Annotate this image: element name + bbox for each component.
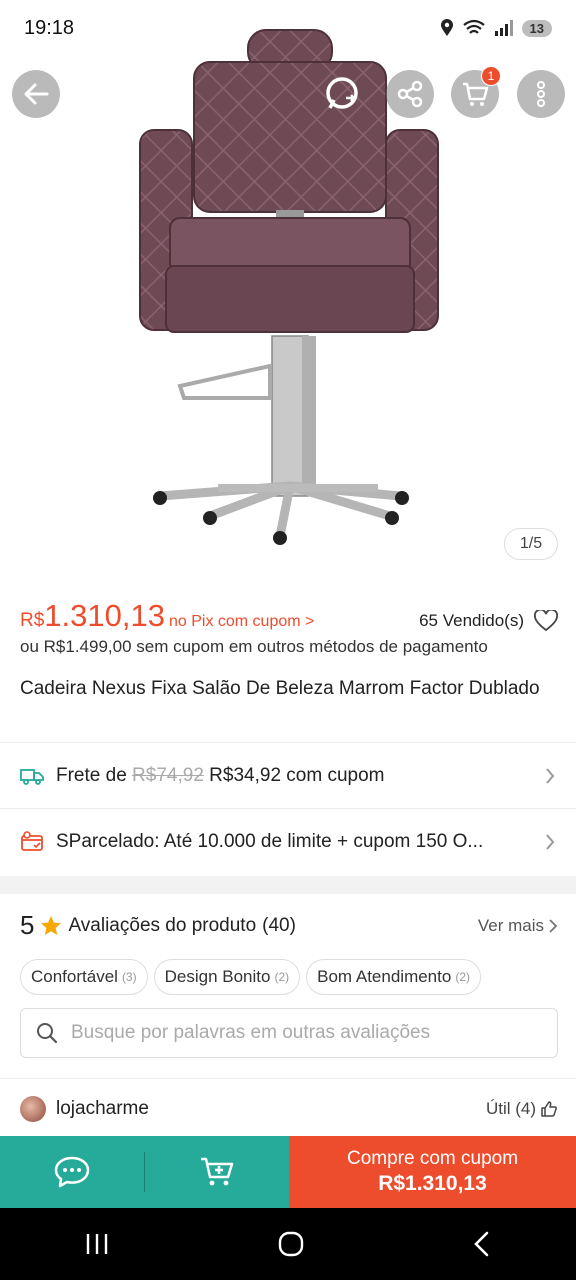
reviews-header: 5 Avaliações do produto (40) Ver mais: [20, 910, 558, 941]
chip-label: Bom Atendimento: [317, 967, 452, 986]
chip-label: Design Bonito: [164, 967, 271, 986]
truck-icon: [20, 768, 44, 785]
more-icon: [537, 81, 545, 107]
chevron-right-icon: [549, 918, 558, 933]
chip-design-bonito[interactable]: Design Bonito (2): [153, 959, 301, 995]
chip-count: (3): [121, 970, 137, 984]
installments-row[interactable]: SParcelado: Até 10.000 de limite + cupom…: [0, 808, 576, 874]
chip-bom-atendimento[interactable]: Bom Atendimento (2): [306, 959, 481, 995]
shipping-new-price: R$34,92 com cupom: [209, 764, 385, 786]
add-to-cart-icon: [201, 1157, 234, 1186]
status-icons: 13: [440, 19, 552, 37]
reviewer-info: lojacharme: [20, 1095, 149, 1122]
system-nav-bar: [0, 1208, 576, 1280]
buy-with-coupon-button[interactable]: Compre com cupom R$1.310,13: [289, 1136, 576, 1208]
chip-count: (2): [455, 970, 470, 984]
alt-price-text: ou R$1.499,00 sem cupom em outros método…: [20, 637, 488, 656]
more-button[interactable]: [517, 70, 565, 118]
installments-text: SParcelado: Até 10.000 de limite + cupom…: [56, 830, 484, 852]
reviews-summary: 5 Avaliações do produto (40): [20, 910, 296, 941]
bottom-action-bar: Compre com cupom R$1.310,13: [0, 1136, 576, 1208]
location-icon: [440, 19, 453, 36]
price-currency: R$: [20, 610, 45, 631]
back-button[interactable]: [12, 70, 60, 118]
back-arrow-icon: [24, 83, 49, 105]
star-icon: [41, 915, 62, 935]
chip-confortavel[interactable]: Confortável (3): [20, 959, 148, 995]
review-item: lojacharme Útil (4): [0, 1078, 576, 1138]
sold-count: 65 Vendido(s): [419, 611, 524, 630]
cart-count-badge: 1: [481, 66, 501, 86]
avatar: [20, 1095, 46, 1122]
reviews-title: Avaliações do produto: [68, 914, 257, 936]
status-time: 19:18: [24, 16, 75, 39]
reviews-count: (40): [262, 914, 296, 936]
price-value: 1.310,13: [44, 598, 165, 633]
rating-value: 5: [20, 910, 35, 940]
product-gallery[interactable]: 1 1/5: [0, 0, 576, 580]
signal-icon: [494, 20, 513, 36]
review-search-box[interactable]: [20, 1008, 558, 1058]
share-button[interactable]: [386, 70, 434, 118]
useful-button[interactable]: Útil (4): [486, 1099, 558, 1119]
chevron-right-icon: [546, 767, 555, 784]
whatsapp-button[interactable]: [318, 70, 366, 118]
buy-price: R$1.310,13: [378, 1172, 487, 1195]
sold-block: 65 Vendido(s): [419, 610, 558, 632]
chat-icon: [54, 1156, 90, 1188]
recent-apps-icon[interactable]: [84, 1232, 110, 1256]
shipping-text: Frete de R$74,92 R$34,92 com cupom: [56, 765, 544, 787]
chip-label: Confortável: [31, 967, 118, 986]
reviewer-name: lojacharme: [56, 1097, 149, 1119]
shipping-label: Frete de: [56, 764, 127, 786]
product-title: Cadeira Nexus Fixa Salão De Beleza Marro…: [20, 678, 540, 699]
chip-count: (2): [274, 970, 290, 984]
price-note-link[interactable]: no Pix com cupom >: [169, 613, 314, 631]
shipping-old-price: R$74,92: [132, 764, 204, 786]
installment-icon: [21, 830, 43, 851]
search-icon: [37, 1023, 58, 1044]
chat-button[interactable]: [0, 1136, 144, 1208]
image-counter: 1/5: [504, 528, 558, 560]
review-search-input[interactable]: [71, 1022, 543, 1044]
system-back-icon[interactable]: [472, 1231, 492, 1257]
wifi-icon: [462, 19, 485, 34]
price-row: R$ 1.310,13 no Pix com cupom > 65 Vendid…: [20, 598, 558, 634]
share-icon: [397, 80, 423, 108]
useful-label: Útil (4): [485, 1098, 536, 1118]
chevron-right-icon: [546, 833, 555, 850]
review-tag-chips: Confortável (3) Design Bonito (2) Bom At…: [20, 959, 481, 995]
price-block[interactable]: R$ 1.310,13 no Pix com cupom >: [20, 598, 314, 634]
section-divider: [0, 876, 576, 894]
cart-button[interactable]: 1: [451, 66, 501, 118]
see-more-link[interactable]: Ver mais: [478, 916, 558, 936]
battery-indicator: 13: [521, 19, 552, 37]
thumbs-up-icon: [541, 1100, 557, 1117]
whatsapp-icon: [326, 77, 358, 109]
shipping-row[interactable]: Frete de R$74,92 R$34,92 com cupom: [0, 742, 576, 808]
buy-label: Compre com cupom: [346, 1148, 519, 1169]
see-more-label: Ver mais: [477, 915, 544, 935]
heart-icon[interactable]: [534, 610, 558, 632]
add-to-cart-button[interactable]: [145, 1136, 289, 1208]
status-bar: 19:18 13: [0, 0, 576, 56]
home-icon[interactable]: [277, 1230, 305, 1258]
